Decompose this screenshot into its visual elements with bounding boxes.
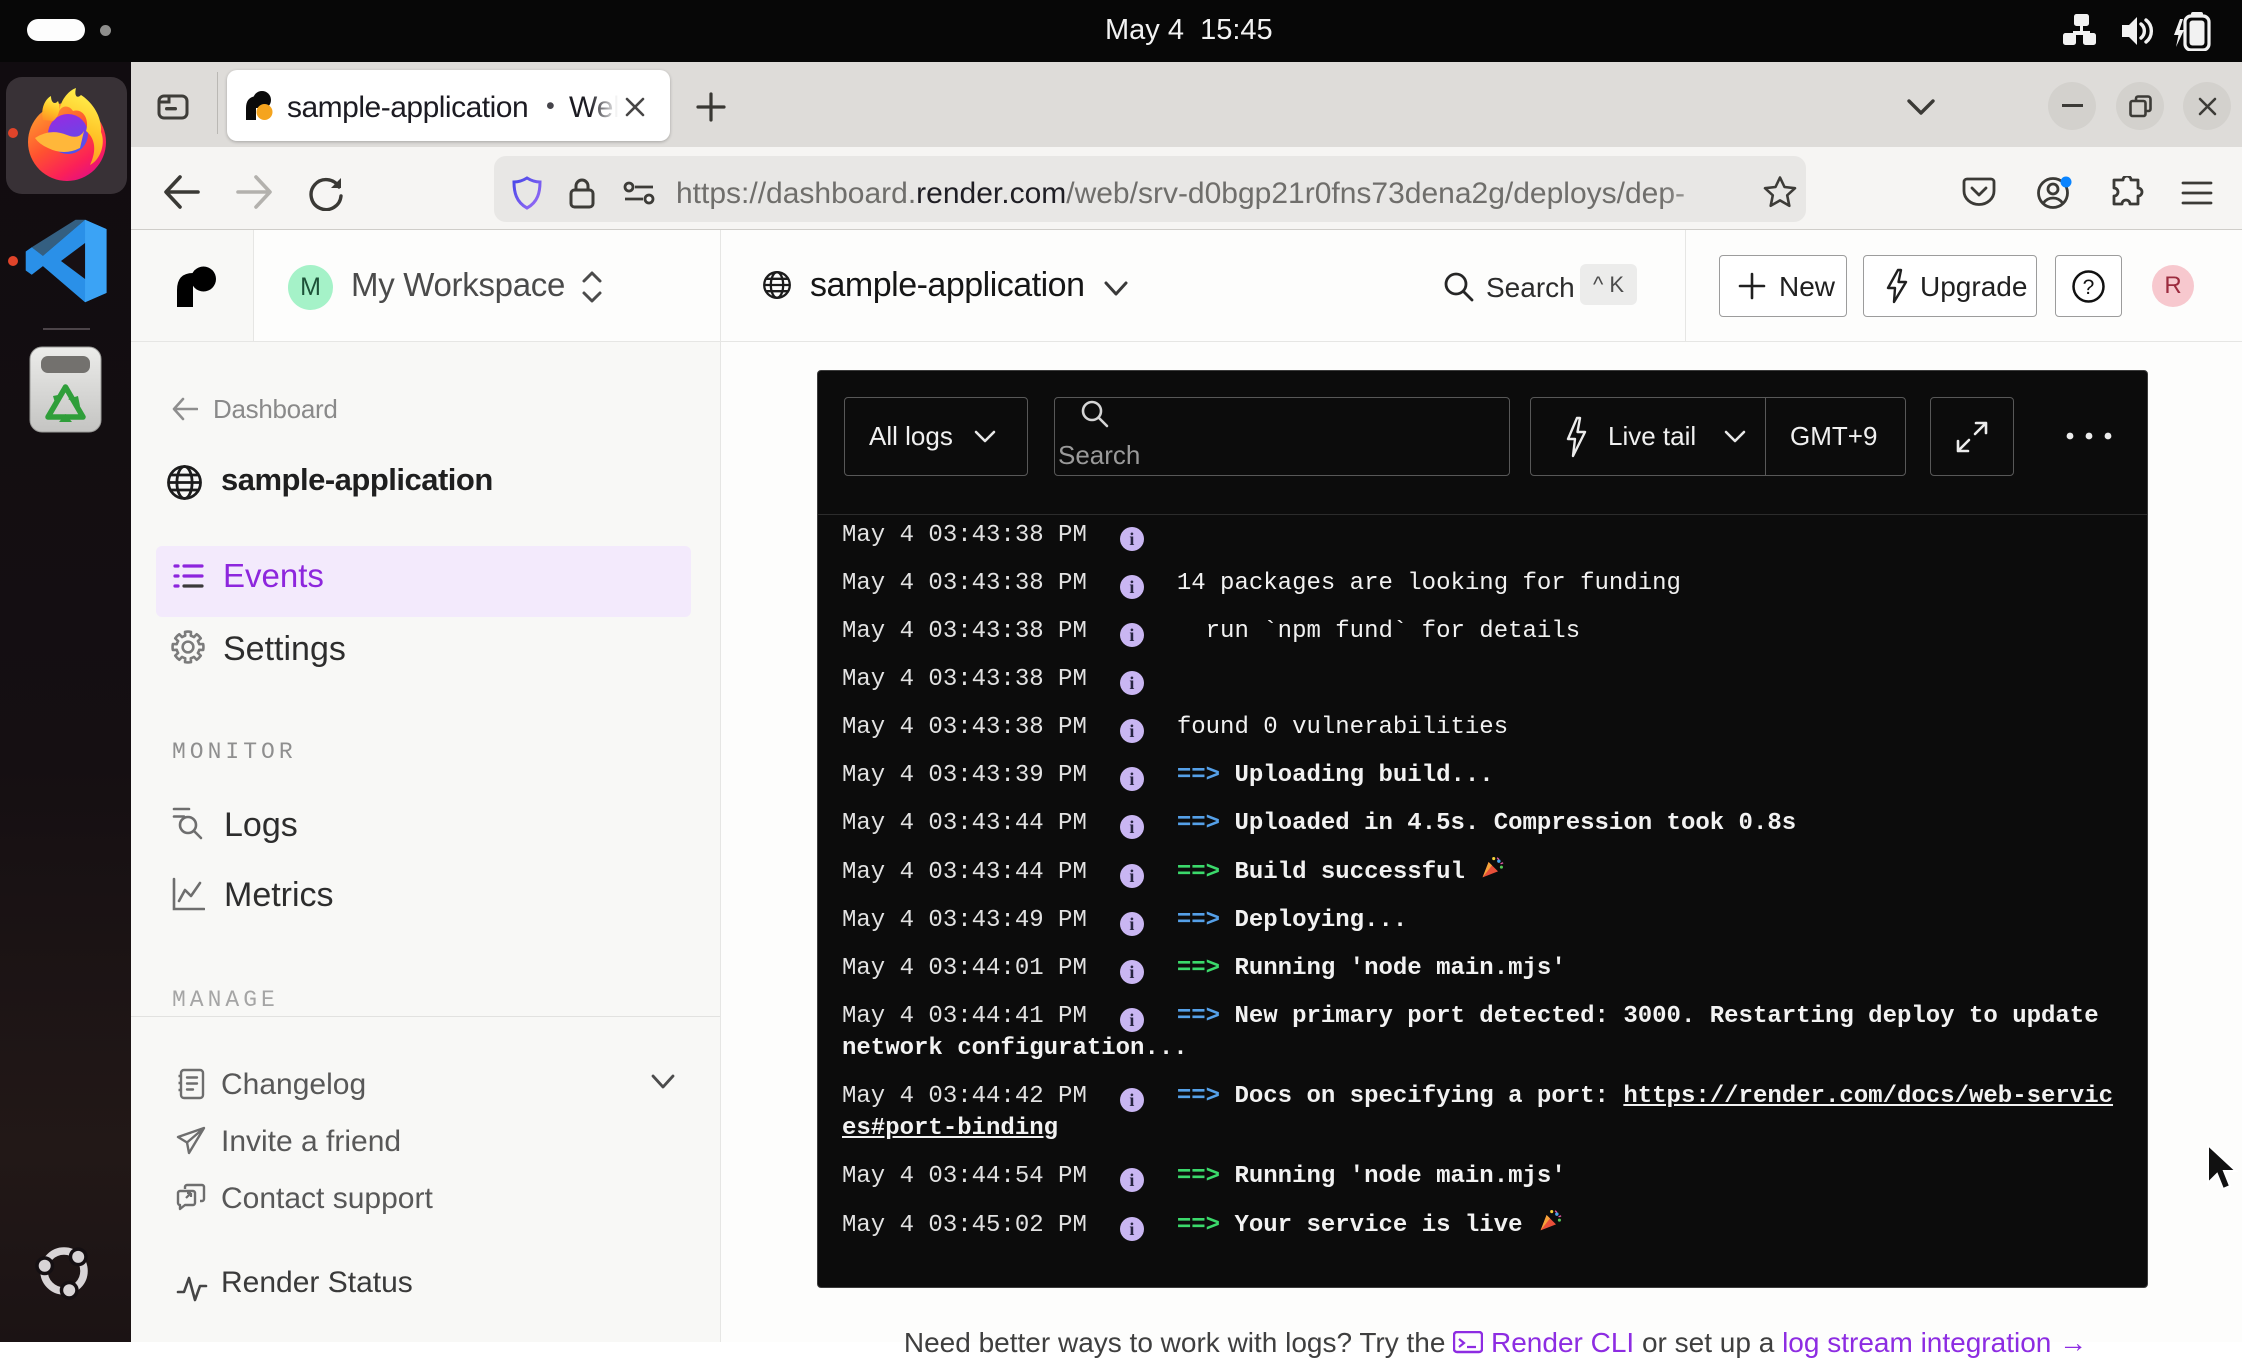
- svg-text:?: ?: [2083, 276, 2095, 299]
